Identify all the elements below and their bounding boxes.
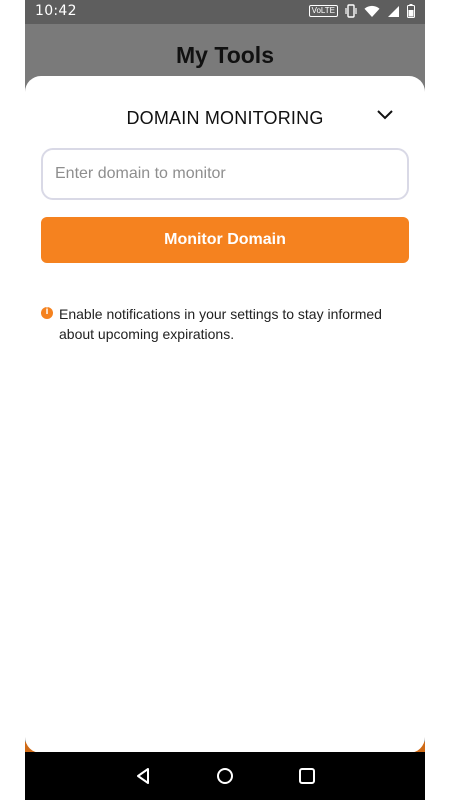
info-icon	[41, 306, 53, 319]
monitor-domain-button[interactable]: Monitor Domain	[41, 217, 409, 263]
app-screen: 10:42 VoLTE My Tools DOMAIN MONITORING E…	[25, 0, 425, 800]
signal-icon	[388, 5, 399, 17]
page-title: My Tools	[176, 42, 274, 68]
sheet-title: DOMAIN MONITORING	[126, 108, 324, 128]
chevron-down-icon[interactable]	[377, 110, 393, 120]
notice-text: Enable notifications in your settings to…	[59, 306, 382, 342]
system-nav-bar	[25, 752, 425, 800]
domain-monitoring-sheet: DOMAIN MONITORING Monitor Domain Enable …	[25, 76, 425, 753]
status-time: 10:42	[35, 3, 77, 19]
wifi-icon	[364, 5, 380, 17]
notifications-notice: Enable notifications in your settings to…	[41, 304, 401, 344]
battery-icon	[407, 4, 415, 18]
vibrate-icon	[345, 4, 357, 18]
domain-input[interactable]	[41, 148, 409, 200]
recents-icon[interactable]	[297, 766, 317, 786]
home-icon[interactable]	[215, 766, 235, 786]
volte-icon: VoLTE	[308, 5, 338, 17]
status-bar: 10:42 VoLTE	[25, 0, 425, 24]
status-icons: VoLTE	[308, 4, 415, 18]
back-icon[interactable]	[133, 766, 153, 786]
